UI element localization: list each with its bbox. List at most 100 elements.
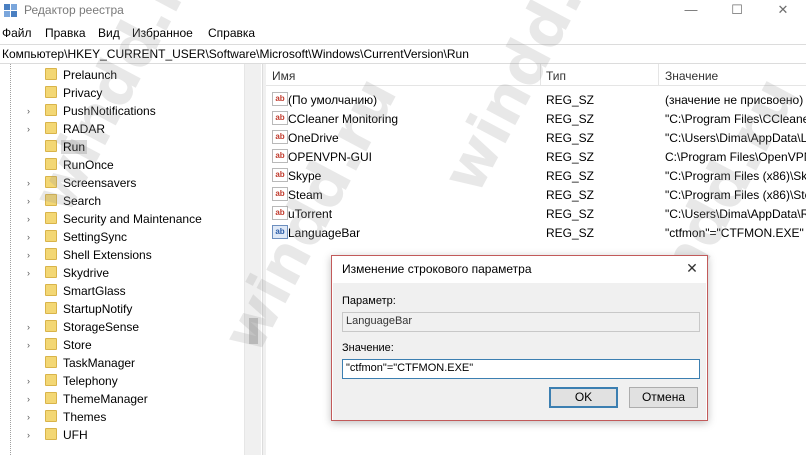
chevron-right-icon[interactable]: ›: [27, 376, 37, 386]
value-label: Значение:: [342, 342, 394, 354]
tree-item[interactable]: Privacy: [0, 84, 244, 102]
string-value-icon: ab: [272, 149, 288, 163]
value-type: REG_SZ: [546, 226, 595, 240]
string-value-icon: ab: [272, 92, 288, 106]
tree-scrollbar[interactable]: [244, 64, 261, 455]
folder-icon: [45, 140, 57, 152]
string-value-icon: ab: [272, 187, 288, 201]
tree-item[interactable]: › SettingSync: [0, 228, 244, 246]
value-data: "C:\Program Files (x86)\Ste: [665, 188, 806, 202]
value-row[interactable]: ab uTorrent REG_SZ "C:\Users\Dima\AppData\R: [266, 204, 806, 223]
value-type: REG_SZ: [546, 112, 595, 126]
menu-file[interactable]: Файл: [2, 26, 32, 40]
tree-item[interactable]: Prelaunch: [0, 66, 244, 84]
value-data: "C:\Program Files (x86)\Sky: [665, 169, 806, 183]
chevron-right-icon[interactable]: ›: [27, 196, 37, 206]
chevron-right-icon[interactable]: ›: [27, 250, 37, 260]
value-data-field[interactable]: "ctfmon"="CTFMON.EXE": [342, 359, 700, 379]
dialog-body: Параметр: LanguageBar Значение: "ctfmon"…: [333, 283, 706, 420]
chevron-right-icon[interactable]: ›: [27, 430, 37, 440]
column-separator[interactable]: [540, 64, 541, 86]
tree-item[interactable]: › PushNotifications: [0, 102, 244, 120]
folder-icon: [45, 320, 57, 332]
tree-item[interactable]: › Search: [0, 192, 244, 210]
value-name: OPENVPN-GUI: [288, 150, 373, 164]
tree-item[interactable]: TaskManager: [0, 354, 244, 372]
column-data-header[interactable]: Значение: [665, 69, 718, 83]
tree-item[interactable]: › Shell Extensions: [0, 246, 244, 264]
chevron-right-icon[interactable]: ›: [27, 412, 37, 422]
value-row[interactable]: ab OPENVPN-GUI REG_SZ C:\Program Files\Open…: [266, 147, 806, 166]
value-name: Skype: [288, 169, 322, 183]
tree-item[interactable]: › Store: [0, 336, 244, 354]
tree-scrollbar-thumb[interactable]: [249, 318, 258, 344]
maximize-icon[interactable]: ☐: [714, 0, 760, 22]
menu-favorites[interactable]: Избранное: [132, 26, 193, 40]
folder-icon: [45, 122, 57, 134]
menu-help[interactable]: Справка: [208, 26, 255, 40]
tree-item[interactable]: StartupNotify: [0, 300, 244, 318]
chevron-right-icon[interactable]: ›: [27, 340, 37, 350]
address-path[interactable]: Компьютер\HKEY_CURRENT_USER\Software\Mic…: [2, 47, 469, 61]
dialog-title: Изменение строкового параметра: [342, 262, 532, 276]
tree-item[interactable]: RunOnce: [0, 156, 244, 174]
value-type: REG_SZ: [546, 188, 595, 202]
tree-item[interactable]: › Telephony: [0, 372, 244, 390]
string-value-icon: ab: [272, 206, 288, 220]
tree-item[interactable]: › StorageSense: [0, 318, 244, 336]
menu-view[interactable]: Вид: [98, 26, 120, 40]
chevron-right-icon[interactable]: ›: [27, 214, 37, 224]
value-row[interactable]: ab OneDrive REG_SZ "C:\Users\Dima\AppData\L: [266, 128, 806, 147]
value-row[interactable]: ab Steam REG_SZ "C:\Program Files (x86)\Ste: [266, 185, 806, 204]
ok-button[interactable]: OK: [549, 387, 618, 408]
chevron-right-icon[interactable]: ›: [27, 322, 37, 332]
chevron-right-icon[interactable]: ›: [27, 394, 37, 404]
value-row[interactable]: ab CCleaner Monitoring REG_SZ "C:\Program F…: [266, 109, 806, 128]
param-label: Параметр:: [342, 295, 396, 307]
tree-item-label: Skydrive: [63, 266, 110, 280]
value-data: "ctfmon"="CTFMON.EXE": [665, 226, 804, 240]
folder-icon: [45, 302, 57, 314]
tree-item[interactable]: › Security and Maintenance: [0, 210, 244, 228]
dialog-close-icon[interactable]: ✕: [676, 256, 708, 282]
tree-item[interactable]: › ThemeManager: [0, 390, 244, 408]
key-tree[interactable]: Prelaunch Privacy › PushNotifications › RADAR…: [0, 64, 260, 455]
folder-icon: [45, 104, 57, 116]
column-type-header[interactable]: Тип: [546, 69, 566, 83]
chevron-right-icon[interactable]: ›: [27, 124, 37, 134]
tree-item[interactable]: › Skydrive: [0, 264, 244, 282]
folder-icon: [45, 158, 57, 170]
tree-item[interactable]: › RADAR: [0, 120, 244, 138]
close-icon[interactable]: ✕: [760, 0, 806, 22]
chevron-right-icon[interactable]: ›: [27, 178, 37, 188]
address-bar[interactable]: Компьютер\HKEY_CURRENT_USER\Software\Mic…: [0, 44, 806, 64]
tree-item-label: Security and Maintenance: [63, 212, 202, 226]
tree-item-label: Prelaunch: [63, 68, 118, 82]
folder-icon: [45, 194, 57, 206]
edit-string-dialog: Изменение строкового параметра ✕ Парамет…: [331, 255, 708, 421]
minimize-icon[interactable]: —: [668, 0, 714, 22]
chevron-right-icon[interactable]: ›: [27, 106, 37, 116]
folder-icon: [45, 392, 57, 404]
menu-edit[interactable]: Правка: [45, 26, 86, 40]
cancel-button[interactable]: Отмена: [629, 387, 698, 408]
chevron-right-icon[interactable]: ›: [27, 232, 37, 242]
value-row[interactable]: ab LanguageBar REG_SZ "ctfmon"="CTFMON.EXE": [266, 223, 806, 242]
tree-item[interactable]: Run: [0, 138, 244, 156]
folder-icon: [45, 284, 57, 296]
tree-item[interactable]: › UFH: [0, 426, 244, 444]
value-row[interactable]: ab (По умолчанию) REG_SZ (значение не присв…: [266, 90, 806, 109]
chevron-right-icon[interactable]: ›: [27, 268, 37, 278]
column-name-header[interactable]: Имя: [272, 69, 295, 83]
tree-item[interactable]: › Screensavers: [0, 174, 244, 192]
folder-icon: [45, 176, 57, 188]
column-separator[interactable]: [658, 64, 659, 86]
menu-bar: Файл Правка Вид Избранное Справка: [0, 24, 806, 44]
value-row[interactable]: ab Skype REG_SZ "C:\Program Files (x86)\Sky: [266, 166, 806, 185]
folder-icon: [45, 86, 57, 98]
tree-item-label: RunOnce: [63, 158, 114, 172]
tree-item[interactable]: SmartGlass: [0, 282, 244, 300]
tree-item[interactable]: › Themes: [0, 408, 244, 426]
folder-icon: [45, 428, 57, 440]
value-data: (значение не присвоено): [665, 93, 804, 107]
